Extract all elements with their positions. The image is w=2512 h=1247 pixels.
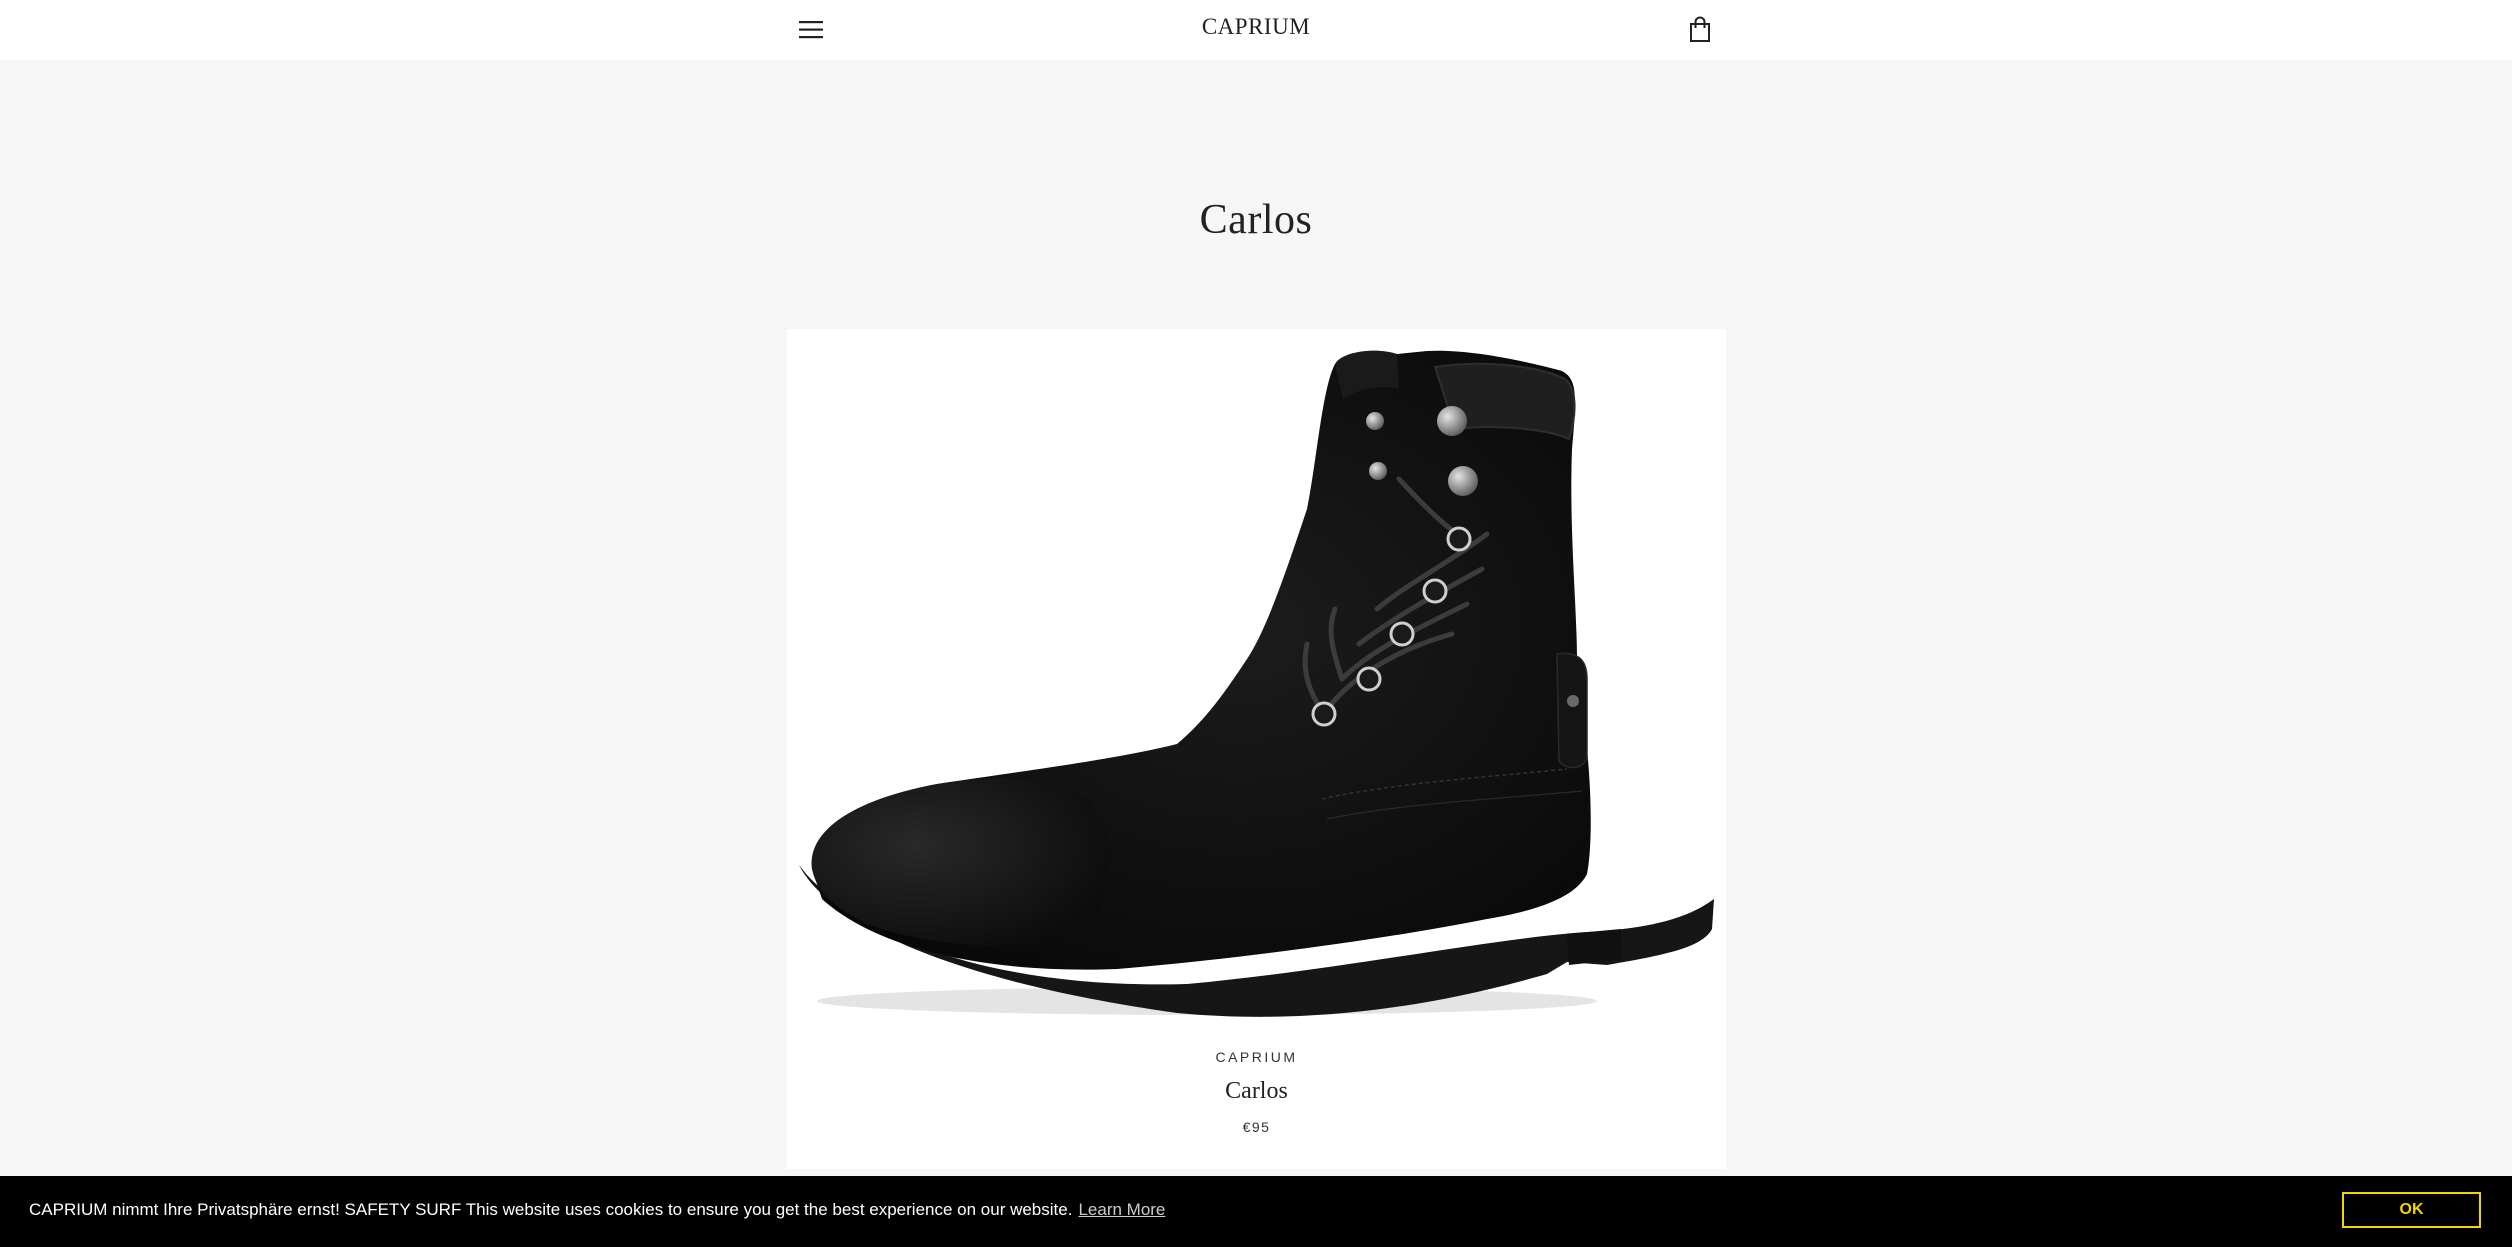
collection-title: Carlos xyxy=(1199,197,1313,243)
hamburger-menu-icon[interactable] xyxy=(794,16,828,44)
product-price: €95 xyxy=(1242,1119,1271,1135)
cookie-ok-button[interactable]: OK xyxy=(2342,1192,2481,1228)
cookie-message: CAPRIUM nimmt Ihre Privatsphäre ernst! S… xyxy=(29,1200,1165,1220)
cookie-banner: CAPRIUM nimmt Ihre Privatsphäre ernst! S… xyxy=(0,1176,2512,1247)
cookie-message-text: CAPRIUM nimmt Ihre Privatsphäre ernst! S… xyxy=(29,1200,1073,1219)
product-vendor: CAPRIUM xyxy=(1215,1049,1298,1065)
product-image[interactable] xyxy=(787,329,1726,1029)
shopping-bag-icon[interactable] xyxy=(1686,15,1714,45)
learn-more-link[interactable]: Learn More xyxy=(1078,1200,1165,1219)
menu-button[interactable] xyxy=(794,16,828,44)
site-logo[interactable]: CAPRIUM xyxy=(1156,14,1356,40)
site-header: CAPRIUM xyxy=(0,0,2512,60)
cart-button[interactable] xyxy=(1686,15,1714,45)
product-name[interactable]: Carlos xyxy=(787,1078,1726,1105)
product-card[interactable]: CAPRIUM Carlos €95 xyxy=(787,329,1726,1169)
